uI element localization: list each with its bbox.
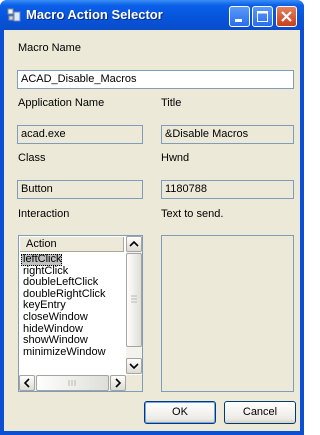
window-title: Macro Action Selector — [26, 7, 163, 22]
dialog-body: Macro Name ACAD_Disable_Macros Applicati… — [4, 30, 300, 431]
action-listbox[interactable]: Action leftClick rightClick doubleLeftCl… — [18, 235, 143, 392]
close-icon — [281, 11, 292, 22]
close-button[interactable] — [276, 6, 297, 27]
application-name-field[interactable]: acad.exe — [17, 125, 143, 144]
macro-action-selector-window: Macro Action Selector Macro Name ACAD_Di… — [0, 0, 304, 435]
horizontal-scrollbar[interactable] — [19, 375, 126, 391]
scroll-down-button[interactable] — [126, 358, 142, 374]
interaction-label: Interaction — [18, 208, 70, 220]
vertical-scrollbar[interactable] — [126, 236, 142, 374]
hwnd-label: Hwnd — [161, 152, 190, 164]
action-column-header[interactable]: Action — [20, 237, 124, 252]
action-item-close-window[interactable]: closeWindow — [21, 311, 125, 324]
grip-icon — [68, 380, 76, 386]
cancel-button[interactable]: Cancel — [224, 401, 296, 424]
maximize-icon — [257, 11, 268, 22]
chevron-up-icon — [129, 240, 139, 247]
class-label: Class — [18, 152, 46, 164]
ok-button[interactable]: OK — [144, 401, 216, 424]
text-to-send-label: Text to send. — [161, 208, 224, 220]
macro-name-label: Macro Name — [18, 42, 81, 54]
title-bar[interactable]: Macro Action Selector — [0, 0, 304, 30]
scroll-up-button[interactable] — [126, 236, 142, 252]
chevron-right-icon — [115, 378, 122, 388]
scroll-right-button[interactable] — [110, 375, 126, 391]
macro-name-input[interactable]: ACAD_Disable_Macros — [17, 70, 294, 89]
action-item-left-click[interactable]: leftClick — [21, 253, 62, 266]
scrollbar-corner — [126, 375, 142, 391]
macro-app-icon — [7, 8, 21, 22]
vertical-scroll-thumb[interactable] — [126, 253, 142, 347]
action-list-items: leftClick rightClick doubleLeftClick dou… — [21, 253, 125, 359]
title-field[interactable]: &Disable Macros — [161, 125, 294, 144]
action-item-minimize-window[interactable]: minimizeWindow — [21, 346, 125, 359]
horizontal-scroll-thumb[interactable] — [36, 375, 109, 391]
class-field[interactable]: Button — [17, 180, 143, 199]
action-item-show-window[interactable]: showWindow — [21, 335, 125, 347]
minimize-icon — [235, 19, 242, 22]
chevron-down-icon — [129, 363, 139, 370]
minimize-button[interactable] — [229, 6, 250, 27]
grip-icon — [131, 295, 137, 303]
application-name-label: Application Name — [18, 97, 105, 109]
chevron-left-icon — [23, 378, 30, 388]
hwnd-field[interactable]: 1180788 — [161, 180, 294, 199]
scroll-left-button[interactable] — [19, 375, 35, 391]
title-label: Title — [161, 97, 182, 109]
text-to-send-input[interactable] — [161, 235, 294, 392]
maximize-button[interactable] — [252, 6, 273, 27]
